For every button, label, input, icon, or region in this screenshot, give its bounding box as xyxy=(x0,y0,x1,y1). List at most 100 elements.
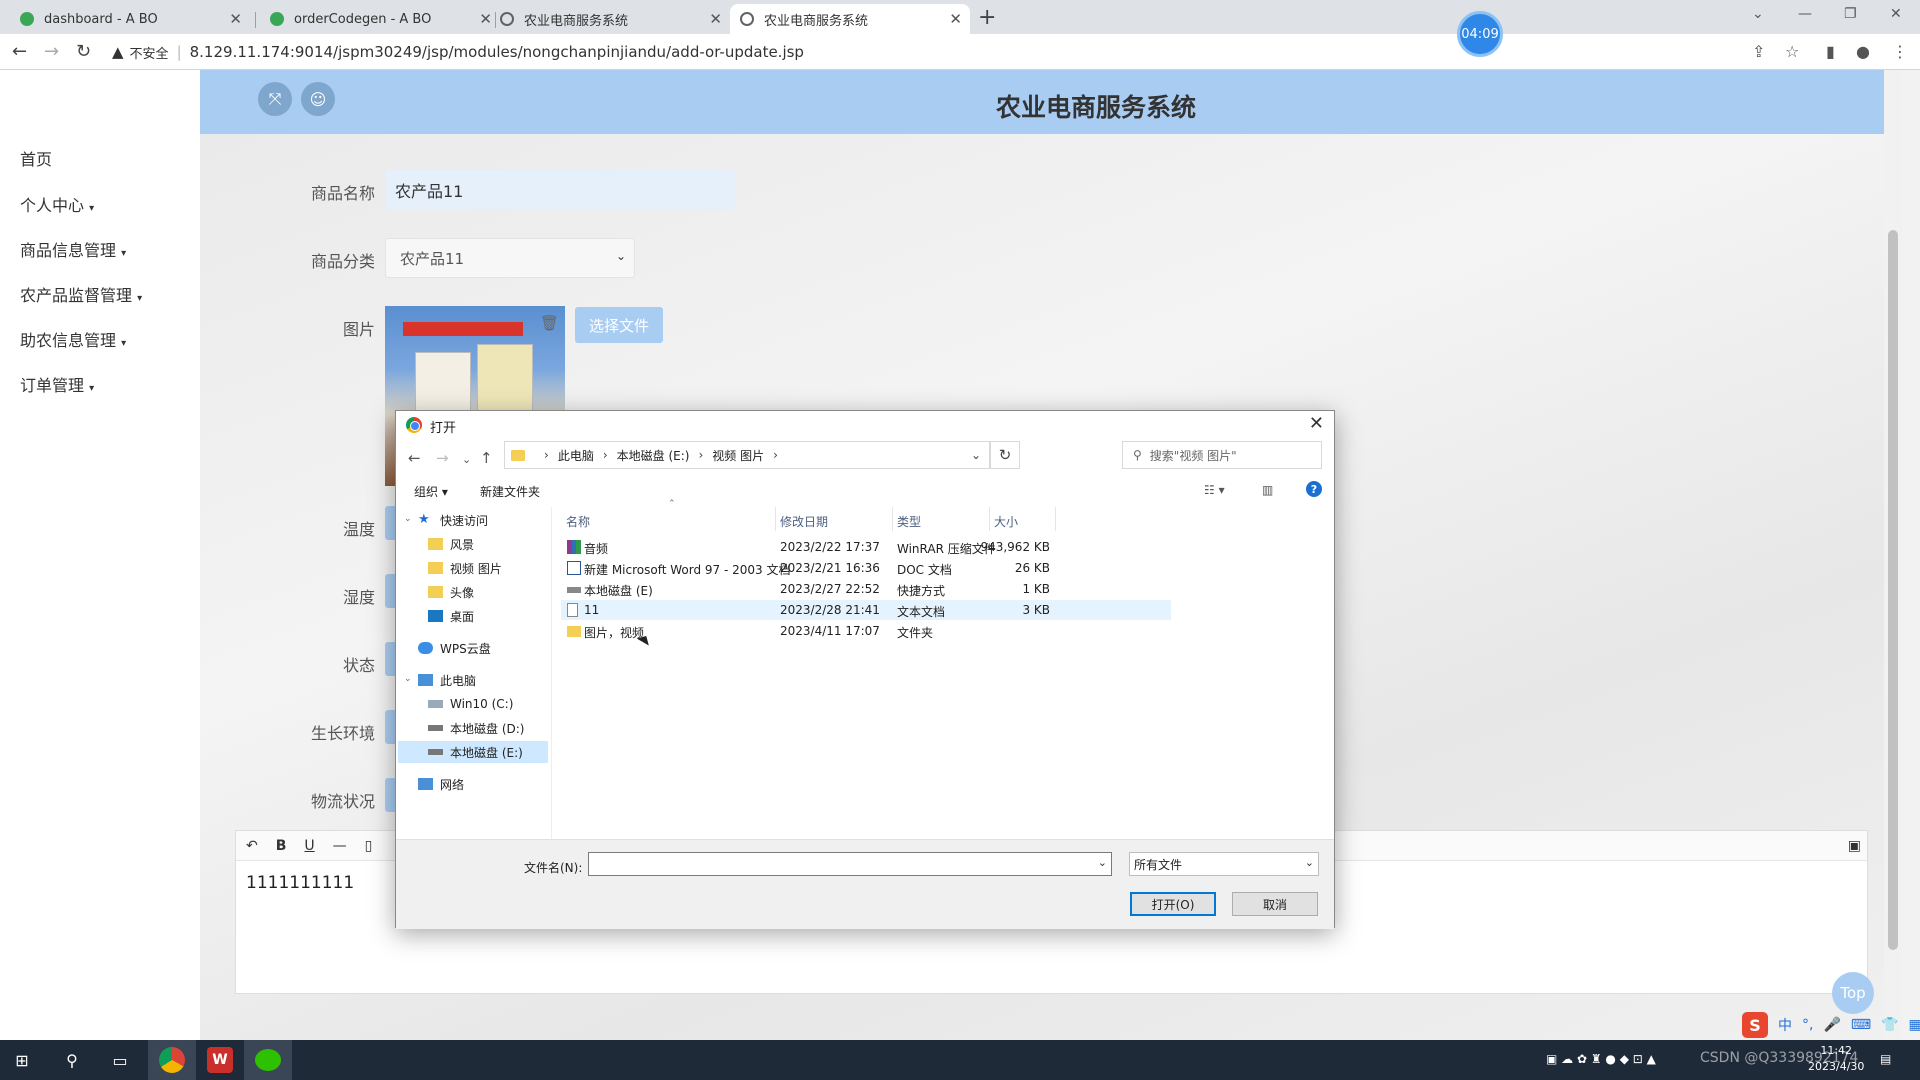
tree-item-fengjing[interactable]: 风景 xyxy=(428,533,548,555)
dialog-cancel-button[interactable]: 取消 xyxy=(1232,892,1318,916)
column-header-type[interactable]: 类型 xyxy=(897,513,921,530)
sidebar-item-supervision[interactable]: 农产品监督管理 ▾ xyxy=(20,282,142,306)
wps-taskbar-icon[interactable]: W xyxy=(196,1040,244,1080)
tab-ordercodegen[interactable]: orderCodegen - A BO ✕ xyxy=(260,4,500,34)
tree-item-wps-cloud[interactable]: WPS云盘 xyxy=(418,637,548,659)
url-field[interactable]: ▲ 不安全 | 8.129.11.174:9014/jspm30249/jsp/… xyxy=(112,38,804,66)
file-row[interactable]: 本地磁盘 (E) 2023/2/27 22:52 快捷方式 1 KB xyxy=(561,579,1171,599)
tab-agri-system-active[interactable]: 农业电商服务系统 ✕ xyxy=(730,4,970,34)
tray-icons[interactable]: ▣ ☁ ✿ ♜ ● ◆ ⊡ ▲ xyxy=(1546,1052,1656,1066)
bold-icon[interactable]: B xyxy=(276,838,287,854)
sidebar-item-goods[interactable]: 商品信息管理 ▾ xyxy=(20,237,126,261)
chevron-down-icon[interactable]: ⌄ xyxy=(971,448,981,462)
file-row[interactable]: 新建 Microsoft Word 97 - 2003 文档 2023/2/21… xyxy=(561,558,1171,578)
chevron-down-icon[interactable]: ⌄ xyxy=(1752,6,1764,22)
forward-icon[interactable]: → xyxy=(436,449,449,467)
filename-input[interactable]: ⌄ xyxy=(588,852,1112,876)
tree-item-avatar[interactable]: 头像 xyxy=(428,581,548,603)
close-icon[interactable]: ✕ xyxy=(229,10,242,28)
search-icon[interactable]: ⚲ xyxy=(60,1048,84,1072)
editor-content[interactable]: 1111111111 xyxy=(246,873,354,893)
organize-button[interactable]: 组织 ▾ xyxy=(414,483,448,500)
tab-agri-system[interactable]: 农业电商服务系统 ✕ xyxy=(490,4,730,34)
tree-item-video-pictures[interactable]: 视频 图片 xyxy=(428,557,548,579)
star-icon[interactable]: ☆ xyxy=(1785,42,1799,61)
tree-item-quick-access[interactable]: ★ 快速访问 xyxy=(418,509,548,531)
sogou-icon[interactable]: S xyxy=(1742,1012,1768,1038)
menu-icon[interactable]: ⋮ xyxy=(1892,42,1908,61)
wechat-taskbar-icon[interactable] xyxy=(244,1040,292,1080)
sidebar-item-orders[interactable]: 订单管理 ▾ xyxy=(20,372,94,396)
view-options-icon[interactable]: ☷ ▾ xyxy=(1204,483,1225,497)
tree-item-drive-c[interactable]: Win10 (C:) xyxy=(428,693,548,715)
choose-file-button[interactable]: 选择文件 xyxy=(575,307,663,343)
breadcrumb-item[interactable]: 本地磁盘 (E:) xyxy=(617,447,690,464)
tree-item-desktop[interactable]: 桌面 xyxy=(428,605,548,627)
file-row[interactable]: 音频 2023/2/22 17:37 WinRAR 压缩文件 943,962 K… xyxy=(561,537,1171,557)
up-icon[interactable]: ↑ xyxy=(480,449,493,467)
notification-icon[interactable]: ▤ xyxy=(1880,1052,1891,1066)
column-header-date[interactable]: 修改日期 xyxy=(780,513,828,530)
tree-item-this-pc[interactable]: 此电脑 xyxy=(418,669,548,691)
chrome-taskbar-icon[interactable] xyxy=(148,1040,196,1080)
close-icon[interactable]: ✕ xyxy=(1309,413,1324,434)
tree-item-network[interactable]: 网络 xyxy=(418,773,548,795)
back-to-top-button[interactable]: Top xyxy=(1832,972,1874,1014)
file-row[interactable]: 图片，视频 2023/4/11 17:07 文件夹 xyxy=(561,621,1171,641)
close-icon[interactable]: ✕ xyxy=(949,10,962,28)
sidebar-item-home[interactable]: 首页 xyxy=(20,146,52,170)
category-select[interactable]: 农产品11 ⌄ xyxy=(385,238,635,278)
restore-icon[interactable]: ❐ xyxy=(1844,6,1857,22)
sidebar-item-assist[interactable]: 助农信息管理 ▾ xyxy=(20,327,126,351)
block-icon[interactable]: ▯ xyxy=(365,838,373,854)
goods-name-input[interactable]: 农产品11 xyxy=(385,170,735,210)
fullscreen-editor-icon[interactable]: ▣ xyxy=(1848,838,1861,854)
recent-locations-icon[interactable]: ⌄ xyxy=(462,453,471,466)
breadcrumb[interactable]: › 此电脑 › 本地磁盘 (E:) › 视频 图片 › ⌄ xyxy=(504,441,990,469)
file-row[interactable]: 11 2023/2/28 21:41 文本文档 3 KB xyxy=(561,600,1171,620)
preview-pane-icon[interactable]: ▥ xyxy=(1262,483,1273,497)
new-tab-button[interactable]: + xyxy=(978,5,996,30)
undo-icon[interactable]: ↶ xyxy=(246,838,258,854)
chevron-down-icon[interactable]: ⌄ xyxy=(404,674,412,684)
chevron-down-icon[interactable]: ⌄ xyxy=(404,514,412,524)
ime-mode[interactable]: 中 xyxy=(1778,1015,1792,1035)
share-icon[interactable]: ⇪ xyxy=(1752,42,1765,61)
back-icon[interactable]: ← xyxy=(408,449,421,467)
window-close-icon[interactable]: ✕ xyxy=(1890,6,1902,22)
task-view-icon[interactable]: ▭ xyxy=(108,1048,132,1072)
column-header-size[interactable]: 大小 xyxy=(994,513,1018,530)
grid-icon[interactable]: ▦ xyxy=(1909,1017,1920,1033)
refresh-icon[interactable]: ↻ xyxy=(990,441,1020,469)
skin-icon[interactable]: 👕 xyxy=(1881,1017,1898,1033)
hr-icon[interactable]: — xyxy=(333,838,347,854)
chevron-down-icon[interactable]: ⌄ xyxy=(1098,856,1107,869)
tree-item-drive-e[interactable]: 本地磁盘 (E:) xyxy=(398,741,548,763)
close-icon[interactable]: ✕ xyxy=(709,10,722,28)
open-button[interactable]: 打开(O) xyxy=(1130,892,1216,916)
punctuation-icon[interactable]: °, xyxy=(1802,1017,1813,1033)
trash-icon[interactable]: 🗑 xyxy=(540,314,560,336)
sidebar-item-personal[interactable]: 个人中心 ▾ xyxy=(20,192,94,216)
scrollbar[interactable] xyxy=(1884,70,1902,1040)
breadcrumb-item[interactable]: 视频 图片 xyxy=(712,447,764,464)
filetype-select[interactable]: 所有文件 ⌄ xyxy=(1129,852,1319,876)
ime-toolbar[interactable]: S 中 °, 🎤 ⌨ 👕 ▦ xyxy=(1742,1012,1920,1038)
windows-start-icon[interactable]: ⊞ xyxy=(10,1048,34,1072)
search-input[interactable]: ⚲ 搜索"视频 图片" xyxy=(1122,441,1322,469)
tree-item-drive-d[interactable]: 本地磁盘 (D:) xyxy=(428,717,548,739)
back-icon[interactable]: ← xyxy=(12,41,27,62)
sidepanel-icon[interactable]: ▮ xyxy=(1826,42,1835,61)
breadcrumb-item[interactable]: 此电脑 xyxy=(558,447,594,464)
new-folder-button[interactable]: 新建文件夹 xyxy=(480,483,540,500)
reload-icon[interactable]: ↻ xyxy=(76,41,91,62)
help-icon[interactable]: ? xyxy=(1306,481,1322,497)
tab-dashboard[interactable]: dashboard - A BO ✕ xyxy=(10,4,250,34)
column-header-name[interactable]: 名称 xyxy=(566,513,590,530)
profile-icon[interactable]: ● xyxy=(1856,42,1870,61)
keyboard-icon[interactable]: ⌨ xyxy=(1851,1017,1871,1033)
minimize-icon[interactable]: — xyxy=(1798,6,1812,22)
underline-icon[interactable]: U xyxy=(304,838,314,854)
microphone-icon[interactable]: 🎤 xyxy=(1823,1017,1840,1033)
forward-icon[interactable]: → xyxy=(44,41,59,62)
